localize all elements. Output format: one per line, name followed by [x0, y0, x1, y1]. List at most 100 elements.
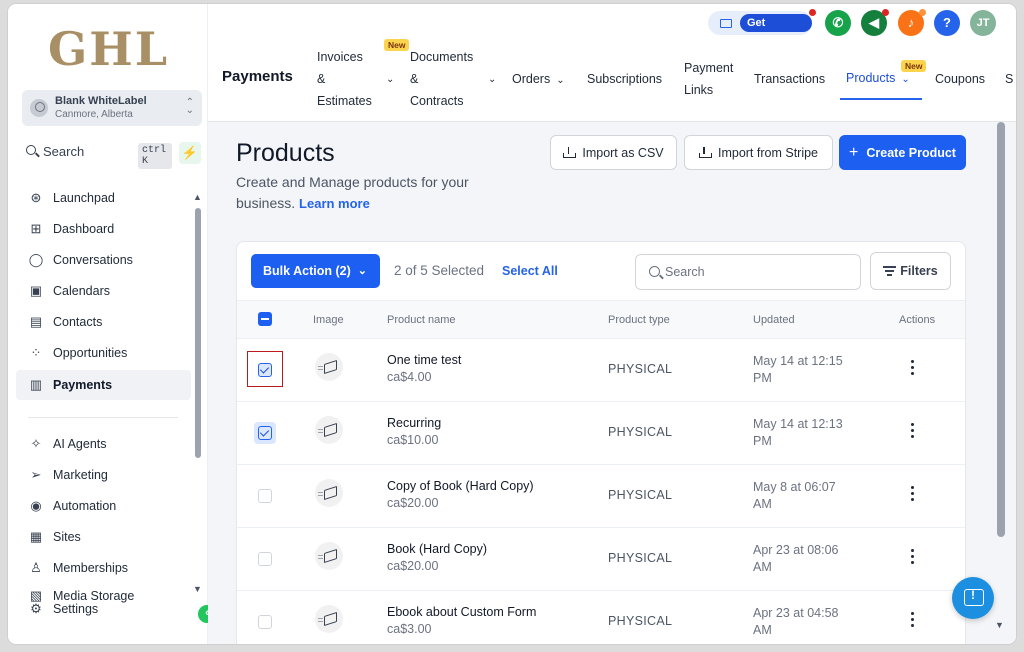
product-name[interactable]: Recurring: [387, 416, 441, 430]
product-name[interactable]: Book (Hard Copy): [387, 542, 487, 556]
sidebar-item-label: Contacts: [53, 315, 103, 329]
selection-count: 2 of 5 Selected: [394, 263, 485, 278]
help-icon[interactable]: ?: [934, 10, 960, 36]
sidebar-item-launchpad[interactable]: ⊛ Launchpad: [16, 183, 191, 213]
row-checkbox[interactable]: [258, 489, 272, 503]
import-csv-button[interactable]: Import as CSV: [550, 135, 677, 170]
feedback-chat-button[interactable]: [952, 577, 994, 619]
chevron-down-icon: ⌄: [357, 265, 367, 277]
table-row[interactable]: One time test ca$4.00 PHYSICAL May 14 at…: [237, 339, 965, 402]
card-icon: [720, 19, 732, 28]
sidebar-item-settings[interactable]: ⚙ Settings: [16, 597, 191, 621]
sidebar-item-opportunities[interactable]: ⁘ Opportunities: [16, 338, 191, 368]
more-actions-icon[interactable]: [911, 423, 915, 439]
main-scrollbar[interactable]: [997, 122, 1005, 537]
scroll-down-arrow-icon[interactable]: ▼: [995, 620, 1004, 630]
row-checkbox[interactable]: [258, 552, 272, 566]
products-table-card: Bulk Action (2) ⌄ 2 of 5 Selected Select…: [236, 241, 966, 644]
sidebar-item-contacts[interactable]: ▤ Contacts: [16, 307, 191, 337]
rocket-icon: ⊛: [30, 190, 42, 205]
learn-more-link[interactable]: Learn more: [299, 196, 370, 211]
sidebar-item-sites[interactable]: ▦ Sites: [16, 522, 191, 552]
tab-label: Documents: [410, 50, 474, 64]
sidebar-item-automation[interactable]: ◉ Automation: [16, 491, 191, 521]
sidebar-scrollbar[interactable]: [195, 208, 201, 458]
main-content: Products Create and Manage products for …: [208, 122, 1016, 644]
more-actions-icon[interactable]: [911, 360, 915, 376]
more-actions-icon[interactable]: [911, 612, 915, 628]
table-row[interactable]: Recurring ca$10.00 PHYSICAL May 14 at 12…: [237, 402, 965, 465]
sidebar-item-memberships[interactable]: ♙ Memberships: [16, 553, 191, 583]
button-label: Bulk Action (2): [263, 264, 351, 278]
tab-label: Estimates: [317, 94, 372, 108]
tab-subscriptions[interactable]: Subscriptions: [587, 68, 662, 90]
sidebar-item-label: Opportunities: [53, 346, 128, 360]
sidebar-item-ai-agents[interactable]: ✧ AI Agents: [16, 429, 191, 459]
filters-button[interactable]: Filters: [870, 252, 951, 290]
product-updated: May 14 at 12:13 PM: [753, 416, 863, 450]
col-updated: Updated: [753, 314, 795, 326]
row-checkbox[interactable]: [258, 615, 272, 629]
tab-transactions[interactable]: Transactions: [754, 68, 825, 90]
tab-invoices-estimates[interactable]: Invoices & Estimates: [317, 46, 372, 112]
sidebar-item-label: Memberships: [53, 561, 129, 575]
chevron-down-icon[interactable]: ⌄: [386, 69, 394, 91]
chat-icon: ◯: [28, 252, 44, 267]
tab-overflow[interactable]: S: [1005, 68, 1013, 90]
tab-payment-links[interactable]: Payment Links: [684, 57, 733, 101]
table-search-input[interactable]: Search: [635, 254, 861, 290]
account-name: Blank WhiteLabel: [55, 95, 147, 107]
tab-orders[interactable]: Orders ⌄: [512, 68, 565, 92]
product-name[interactable]: Ebook about Custom Form: [387, 605, 536, 619]
product-updated: Apr 23 at 04:58 AM: [753, 605, 863, 639]
table-row[interactable]: Ebook about Custom Form ca$3.00 PHYSICAL…: [237, 591, 965, 644]
sidebar-item-dashboard[interactable]: ⊞ Dashboard: [16, 214, 191, 244]
select-all-checkbox[interactable]: [258, 312, 272, 326]
phone-icon[interactable]: ✆: [825, 10, 851, 36]
more-actions-icon[interactable]: [911, 486, 915, 502]
account-switcher[interactable]: Blank WhiteLabel Canmore, Alberta ⌃ ⌄: [22, 90, 202, 126]
table-row[interactable]: Copy of Book (Hard Copy) ca$20.00 PHYSIC…: [237, 465, 965, 528]
sidebar-search[interactable]: Search ctrl K: [24, 142, 172, 169]
product-type: PHYSICAL: [608, 614, 673, 628]
product-name[interactable]: Copy of Book (Hard Copy): [387, 479, 534, 493]
select-all-link[interactable]: Select All: [502, 264, 558, 278]
product-name[interactable]: One time test: [387, 353, 461, 367]
product-updated: Apr 23 at 08:06 AM: [753, 542, 863, 576]
tab-label: &: [410, 72, 419, 86]
sidebar-item-conversations[interactable]: ◯ Conversations: [16, 245, 191, 275]
tab-label: Links: [684, 83, 714, 97]
quick-action-bolt-icon[interactable]: ⚡: [179, 142, 201, 164]
scroll-up-arrow-icon[interactable]: ▲: [193, 192, 202, 202]
sidebar-item-calendars[interactable]: ▣ Calendars: [16, 276, 191, 306]
col-image: Image: [313, 314, 344, 326]
table-row[interactable]: Book (Hard Copy) ca$20.00 PHYSICAL Apr 2…: [237, 528, 965, 591]
product-type: PHYSICAL: [608, 425, 673, 439]
tab-coupons[interactable]: Coupons: [935, 68, 985, 90]
sidebar-item-payments[interactable]: ▥ Payments: [16, 370, 191, 400]
download-icon: [563, 147, 577, 158]
table-header: Image Product name Product type Updated …: [237, 300, 965, 339]
sidebar-item-label: Calendars: [53, 284, 110, 298]
create-product-button[interactable]: + Create Product: [839, 135, 966, 170]
get-started-button[interactable]: Get Started: [708, 11, 812, 47]
send-icon: ➢: [30, 467, 42, 482]
sidebar-item-marketing[interactable]: ➢ Marketing: [16, 460, 191, 490]
col-product-name: Product name: [387, 314, 456, 326]
bulk-action-button[interactable]: Bulk Action (2) ⌄: [251, 254, 380, 288]
sidebar-search-label: Search: [43, 144, 85, 159]
tab-products[interactable]: Products ⌄: [846, 67, 910, 91]
row-checkbox[interactable]: [258, 426, 272, 440]
updated-date: May 14 at 12:13: [753, 417, 843, 431]
avatar[interactable]: JT: [970, 10, 996, 36]
chevron-down-icon[interactable]: ⌄: [488, 69, 496, 91]
row-checkbox[interactable]: [258, 363, 272, 377]
scroll-down-arrow-icon[interactable]: ▼: [193, 584, 202, 594]
tab-documents-contracts[interactable]: Documents & Contracts: [410, 46, 473, 112]
sparkle-icon: ✧: [30, 436, 42, 451]
import-stripe-button[interactable]: Import from Stripe: [684, 135, 833, 170]
product-image: [315, 479, 343, 507]
updated-date: May 14 at 12:15: [753, 354, 843, 368]
tab-label: &: [317, 72, 326, 86]
more-actions-icon[interactable]: [911, 549, 915, 565]
